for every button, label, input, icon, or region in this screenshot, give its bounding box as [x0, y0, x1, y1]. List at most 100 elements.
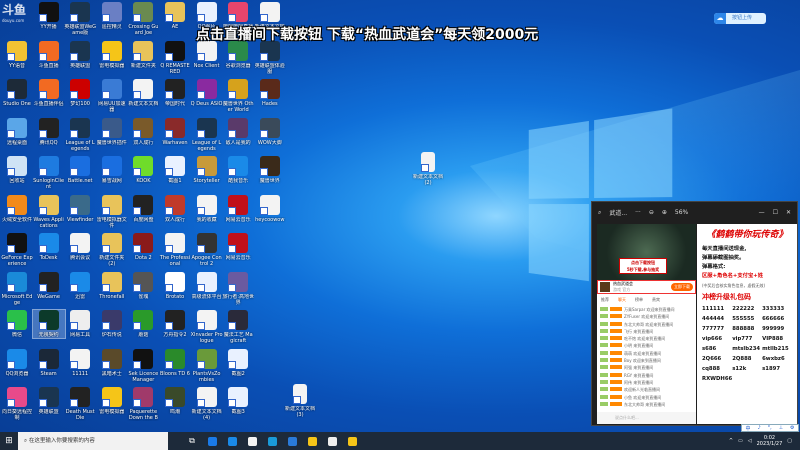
cloud-upload-button[interactable]: ☁ 按钮上传 — [714, 13, 766, 24]
desktop-icon[interactable]: 魔兽世界 Other World — [222, 79, 254, 113]
desktop-icon[interactable]: 迅雷 — [64, 271, 96, 300]
photos-taskbar-button[interactable] — [282, 432, 302, 450]
close-button[interactable]: ✕ — [786, 209, 797, 216]
more-button[interactable]: ··· — [635, 209, 641, 216]
desktop-icon[interactable]: 我的收藏 — [191, 194, 223, 223]
desktop-icon[interactable]: 遥控精灵 — [96, 2, 128, 30]
desktop-icon[interactable]: heycoowow — [254, 194, 286, 223]
desktop-icon[interactable]: 敌人是我的 — [222, 117, 254, 146]
desktop-icon[interactable]: SunloginClient — [33, 156, 65, 190]
desktop-icon[interactable]: Crossing Guard Joe — [127, 2, 159, 36]
desktop-icon[interactable]: Death Must Die — [64, 387, 96, 421]
desktop-icon[interactable]: Waves Applications — [33, 194, 65, 229]
desktop-icon[interactable]: KOOK — [127, 156, 159, 184]
desktop-icon[interactable]: 帝国时代 — [159, 79, 191, 107]
desktop-icon[interactable]: 魔兽世界 — [254, 156, 286, 184]
desktop-icon[interactable]: QQ浏览器 — [1, 348, 33, 377]
desktop-icon[interactable]: Warhaven — [159, 117, 191, 146]
desktop-icon[interactable]: 高级流体平台 — [191, 271, 223, 300]
desktop-icon[interactable]: GeForce Experience — [1, 233, 33, 267]
desktop-icon[interactable]: Steam — [33, 348, 65, 377]
desktop-icon[interactable]: Apogee Control 2 — [191, 233, 223, 267]
desktop-icon[interactable]: 远程桌面 — [1, 117, 33, 146]
desktop-icon[interactable]: Microsoft Edge — [1, 271, 33, 306]
desktop-icon[interactable]: 魔法工艺 Magicraft — [222, 310, 254, 344]
show-hidden-icon[interactable]: ^ — [729, 438, 733, 444]
file-explorer-taskbar-button[interactable] — [302, 432, 322, 450]
desktop-icon[interactable]: 酷我音乐 — [222, 156, 254, 184]
ime-button[interactable]: ⚙ — [790, 425, 794, 431]
douyu-taskbar-button[interactable] — [242, 432, 262, 450]
desktop-icon[interactable]: 英雄联盟 — [64, 40, 96, 69]
desktop-icon[interactable]: League of Legends — [191, 117, 223, 152]
ime-button[interactable]: 中 — [745, 425, 750, 432]
desktop-icon[interactable]: 网易云音乐 — [222, 233, 254, 261]
desktop-icon[interactable]: 英雄联盟WeGame版 — [64, 2, 96, 36]
desktop-icon[interactable]: 新建文件夹 — [127, 40, 159, 69]
desktop-icon[interactable]: 网易工具 — [64, 310, 96, 338]
desktop-icon[interactable]: 雷电模拟器文件 — [96, 194, 128, 229]
desktop-icon[interactable]: ToDesk — [33, 233, 65, 261]
desktop-icon[interactable]: 新建文本文档(4) — [191, 387, 223, 421]
desktop-icon[interactable]: 斗鱼直播 — [33, 40, 65, 69]
desktop-icon[interactable]: 火绒安全软件 — [1, 194, 33, 223]
desktop-icon[interactable]: 英雄联盟 — [33, 387, 65, 415]
ime-toolbar[interactable]: 中 ♪ °, ⊥ ⚙ — [741, 424, 799, 432]
desktop-icon[interactable]: XInvader Prologue — [191, 310, 223, 344]
desktop-icon[interactable]: 旅行者:高地世界 — [222, 271, 254, 306]
yy-taskbar-button[interactable] — [342, 432, 362, 450]
desktop-icon[interactable]: Thronefall — [96, 271, 128, 300]
desktop-icon[interactable]: Q Deus ASIO — [191, 79, 223, 107]
edge-taskbar-button[interactable] — [262, 432, 282, 450]
game-taskbar-button[interactable] — [322, 432, 342, 450]
desktop-icon[interactable]: Viewfinder — [64, 194, 96, 223]
search-icon[interactable]: ⌕ — [598, 209, 601, 217]
desktop-icon[interactable]: 炉石传说 — [96, 310, 128, 338]
desktop-icon[interactable]: 梦幻100 — [64, 79, 96, 107]
desktop-icon[interactable]: Bloons TD 6 — [159, 348, 191, 377]
desktop-icon[interactable]: 谷歌浏览器 — [222, 40, 254, 69]
desktop-icon[interactable]: 雷电模拟器 — [96, 40, 128, 69]
desktop-icon[interactable]: 腾讯会议 — [64, 233, 96, 261]
desktop-icon[interactable]: YY语音 — [1, 40, 33, 69]
photo-viewer-window[interactable]: ⌕ 武道... ··· ⊖ ⊕ 56% — ☐ ✕ 点击下载按钮 5秒下载,参与抽… — [591, 201, 798, 426]
clock[interactable]: 0:02 2023/1/27 — [757, 435, 783, 447]
desktop-icon[interactable]: The Professional — [159, 233, 191, 267]
desktop-icon[interactable]: 魔兽世界插件 — [96, 117, 128, 146]
qq-browser-taskbar-button[interactable] — [222, 432, 242, 450]
desktop-icon[interactable]: AE — [159, 2, 191, 30]
desktop-icon[interactable]: Battle.net — [64, 156, 96, 184]
desktop-icon[interactable]: Studio One — [1, 79, 33, 107]
desktop-icon[interactable]: Sek Licence Manager — [127, 348, 159, 383]
notification-icon[interactable]: ▢ — [787, 438, 792, 444]
zoom-in-icon[interactable]: ⊕ — [662, 209, 667, 216]
desktop-icon[interactable]: WeGame — [33, 271, 65, 300]
kugou-taskbar-button[interactable] — [202, 432, 222, 450]
desktop-icon[interactable]: YY开播 — [33, 2, 65, 30]
ime-button[interactable]: ⊥ — [779, 425, 783, 431]
desktop-icon[interactable]: 无畏契约 — [31, 309, 66, 339]
maximize-button[interactable]: ☐ — [773, 209, 778, 216]
desktop-icon[interactable]: 百度网盘 — [127, 194, 159, 223]
volume-icon[interactable]: ◁ — [748, 438, 752, 444]
desktop-icon[interactable]: 双人成行 — [159, 194, 191, 223]
desktop-icon[interactable]: Dota 2 — [127, 233, 159, 261]
desktop-icon[interactable]: 方舟指令2 — [159, 310, 191, 338]
desktop-icon[interactable]: 向日葵远程控制 — [1, 387, 33, 421]
desktop-icon[interactable]: 暴雪战网 — [96, 156, 128, 184]
desktop-file[interactable]: 新建文本文档(2) — [412, 152, 444, 186]
desktop-icon[interactable]: 腾讯QQ — [33, 117, 65, 146]
taskbar-search[interactable]: ⌕ 在这里输入你要搜索的内容 — [18, 432, 168, 450]
desktop-icon[interactable]: 网易云音乐 — [222, 194, 254, 223]
desktop-icon[interactable]: 黑暗术士 — [96, 348, 128, 377]
network-icon[interactable]: ▭ — [738, 438, 743, 444]
ime-button[interactable]: ♪ — [757, 425, 760, 431]
minimize-button[interactable]: — — [759, 209, 765, 216]
desktop-icon[interactable]: 截图2 — [222, 348, 254, 377]
desktop-icon[interactable]: Paquerette Down the Bunburrows — [127, 387, 159, 421]
desktop-icon[interactable]: 双人成行 — [127, 117, 159, 146]
desktop-icon[interactable]: 新建文本文档 — [127, 79, 159, 107]
ime-button[interactable]: °, — [768, 425, 772, 431]
desktop-icon[interactable]: PlantsVsZombies — [191, 348, 223, 383]
desktop-icon[interactable]: 微信 — [1, 310, 33, 338]
